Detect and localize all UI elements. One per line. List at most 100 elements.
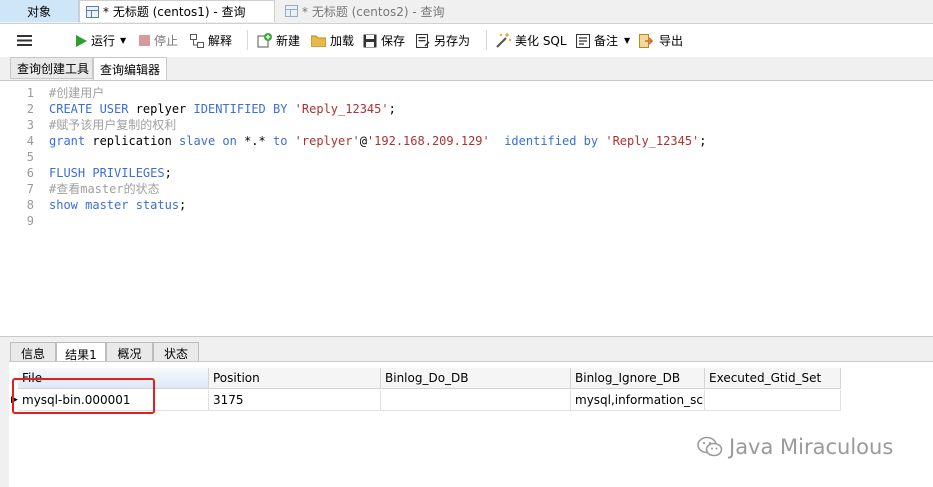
code-text: FLUSH PRIVILEGES; xyxy=(49,165,172,181)
play-icon xyxy=(76,34,87,47)
code-text: #创建用户 xyxy=(49,85,104,101)
new-query-icon xyxy=(257,33,272,48)
comment-button[interactable]: 备注 ▼ xyxy=(576,24,630,57)
column-header-position[interactable]: Position xyxy=(209,368,381,389)
cell-binlog-ignore-db[interactable]: mysql,information_schema xyxy=(571,390,705,411)
column-header-label: Executed_Gtid_Set xyxy=(709,371,822,385)
code-token: ; xyxy=(699,134,707,148)
code-line[interactable]: 2 CREATE USER replyer IDENTIFIED BY 'Repl… xyxy=(0,101,933,117)
export-label: 导出 xyxy=(659,34,684,48)
tab-profile-label: 概况 xyxy=(117,346,142,361)
line-number: 2 xyxy=(26,102,34,116)
tab-query-centos1[interactable]: * 无标题 (centos1) - 查询 xyxy=(79,0,275,22)
export-icon xyxy=(639,33,654,48)
tab-query-editor[interactable]: 查询编辑器 xyxy=(93,57,167,80)
code-token: #赋予该用户复制的权利 xyxy=(49,118,177,132)
watermark: Java Miraculous xyxy=(697,432,893,462)
code-text: #查看master的状态 xyxy=(49,181,160,197)
query-icon xyxy=(285,5,298,17)
code-line[interactable]: 4 grant replication slave on *.* to 'repl… xyxy=(0,133,933,149)
explain-button[interactable]: 解释 xyxy=(190,24,232,57)
code-line[interactable]: 3 #赋予该用户复制的权利 xyxy=(0,117,933,133)
line-number: 4 xyxy=(26,134,34,148)
new-button[interactable]: 新建 xyxy=(257,24,300,57)
save-as-button[interactable]: 另存为 xyxy=(416,24,470,57)
tab-query-editor-label: 查询编辑器 xyxy=(100,62,161,77)
query-icon xyxy=(86,5,99,18)
code-line[interactable]: 5 xyxy=(0,149,933,165)
load-button[interactable]: 加载 xyxy=(311,24,354,57)
code-token: #查看master的状态 xyxy=(49,182,160,196)
code-token: ; xyxy=(388,102,396,116)
code-token: @ xyxy=(359,134,367,148)
code-token: *.* xyxy=(236,134,273,148)
export-button[interactable]: 导出 xyxy=(639,24,683,57)
editor-mode-tabs: 查询创建工具 查询编辑器 xyxy=(0,57,933,80)
code-text: CREATE USER replyer IDENTIFIED BY 'Reply… xyxy=(49,101,396,117)
chevron-down-icon[interactable]: ▼ xyxy=(624,36,630,45)
code-token: slave on xyxy=(179,134,237,148)
code-line[interactable]: 9 xyxy=(0,213,933,229)
note-icon xyxy=(576,33,590,48)
code-token: show master status xyxy=(49,198,180,212)
code-token: replyer xyxy=(128,102,194,116)
column-header-binlog-ignore-db[interactable]: Binlog_Ignore_DB xyxy=(571,368,705,389)
code-token: #创建用户 xyxy=(49,86,105,100)
new-label: 新建 xyxy=(276,34,301,48)
column-header-executed-gtid-set[interactable]: Executed_Gtid_Set xyxy=(705,368,841,389)
tab-objects-label: 对象 xyxy=(26,4,51,19)
tab-status-label: 状态 xyxy=(163,346,188,361)
tab-query-centos1-label: * 无标题 (centos1) - 查询 xyxy=(103,5,246,19)
save-label: 保存 xyxy=(381,34,406,48)
line-number: 8 xyxy=(26,198,34,212)
explain-label: 解释 xyxy=(208,34,233,48)
code-token: identified by xyxy=(504,134,599,148)
toolbar-divider xyxy=(486,30,487,50)
save-button[interactable]: 保存 xyxy=(363,24,405,57)
code-token: ; xyxy=(179,198,187,212)
stop-label: 停止 xyxy=(154,34,179,48)
cell-value: 3175 xyxy=(213,393,244,407)
tab-info-label: 信息 xyxy=(20,346,45,361)
code-text: grant replication slave on *.* to 'reply… xyxy=(49,133,707,149)
run-button[interactable]: 运行 ▼ xyxy=(75,24,126,57)
line-number: 5 xyxy=(26,150,34,164)
document-tab-strip: 对象 * 无标题 (centos1) - 查询 * 无标题 (centos2) … xyxy=(0,0,933,24)
tab-query-centos2[interactable]: * 无标题 (centos2) - 查询 xyxy=(279,0,479,22)
code-token: grant xyxy=(49,134,86,148)
stop-icon xyxy=(139,35,150,46)
code-token: FLUSH PRIVILEGES xyxy=(49,166,165,180)
tab-query-builder[interactable]: 查询创建工具 xyxy=(10,57,93,79)
column-header-label: Position xyxy=(213,371,260,385)
column-header-binlog-do-db[interactable]: Binlog_Do_DB xyxy=(381,368,571,389)
line-number: 3 xyxy=(26,118,34,132)
code-line[interactable]: 6 FLUSH PRIVILEGES; xyxy=(0,165,933,181)
menu-button[interactable] xyxy=(17,24,32,57)
chevron-down-icon[interactable]: ▼ xyxy=(120,36,126,45)
cell-position[interactable]: 3175 xyxy=(209,390,381,411)
beautify-sql-button[interactable]: 美化 SQL xyxy=(495,24,567,57)
code-line[interactable]: 8 show master status; xyxy=(0,197,933,213)
code-token: replication xyxy=(85,134,180,148)
code-token: ; xyxy=(164,166,172,180)
code-token: 'Reply_12345' xyxy=(294,102,389,116)
line-number: 7 xyxy=(26,182,34,196)
tab-objects[interactable]: 对象 xyxy=(0,0,79,22)
code-token: 'replyer' xyxy=(294,134,360,148)
code-token: '192.168.209.129' xyxy=(366,134,490,148)
toolbar-divider xyxy=(247,30,248,50)
save-icon xyxy=(363,34,377,47)
code-line[interactable]: 7 #查看master的状态 xyxy=(0,181,933,197)
cell-binlog-do-db[interactable] xyxy=(381,390,571,411)
code-line[interactable]: 1 #创建用户 xyxy=(0,85,933,101)
sql-editor[interactable]: 1 #创建用户 2 CREATE USER replyer IDENTIFIED BY… xyxy=(0,80,933,336)
code-token: to xyxy=(272,134,288,148)
watermark-text: Java Miraculous xyxy=(729,435,894,459)
magic-wand-icon xyxy=(496,33,511,48)
code-token: IDENTIFIED BY xyxy=(193,102,288,116)
cell-executed-gtid-set[interactable] xyxy=(705,390,841,411)
save-as-icon xyxy=(416,33,430,48)
stop-button[interactable]: 停止 xyxy=(139,24,178,57)
